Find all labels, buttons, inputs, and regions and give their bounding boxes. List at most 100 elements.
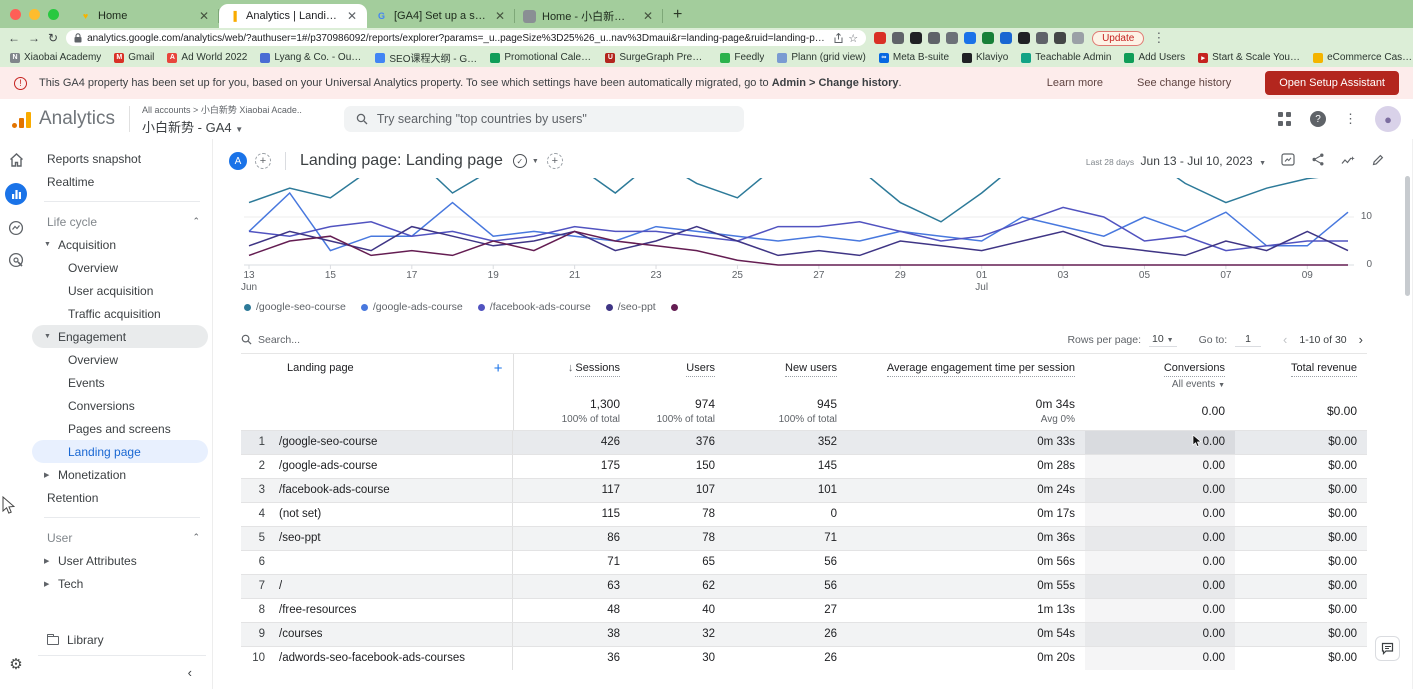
share-icon[interactable] <box>834 33 843 44</box>
caret-up-icon[interactable]: ⌃ <box>192 216 200 227</box>
feedback-button[interactable] <box>1375 636 1400 661</box>
bookmark-item[interactable]: ∞Meta B-suite <box>879 52 949 63</box>
sidebar-item-monetization[interactable]: ▶Monetization <box>32 463 212 486</box>
add-comparison-button[interactable]: + <box>255 153 271 169</box>
landing-page-line-chart[interactable]: 10 0 <box>244 178 1354 270</box>
bookmark-item[interactable]: Add Users <box>1124 52 1185 63</box>
new-tab-button[interactable]: + <box>663 6 692 28</box>
table-row[interactable]: 10/adwords-seo-facebook-ads-courses36302… <box>241 646 1367 670</box>
caret-right-icon[interactable]: ▶ <box>44 557 49 565</box>
google-apps-icon[interactable] <box>1278 112 1292 126</box>
extension-icon[interactable] <box>982 32 994 44</box>
sidebar-item-reports-snapshot[interactable]: Reports snapshot <box>32 147 212 170</box>
table-row[interactable]: 67165560m 56s0.00$0.00 <box>241 550 1367 574</box>
minimize-window-icon[interactable] <box>29 9 40 20</box>
forward-button[interactable]: → <box>28 32 40 44</box>
zoom-window-icon[interactable] <box>48 9 59 20</box>
bookmark-item[interactable]: NXiaobai Academy <box>10 52 101 63</box>
extension-icon[interactable] <box>892 32 904 44</box>
share-report-icon[interactable] <box>1310 153 1326 169</box>
sidebar-item-tech[interactable]: ▶Tech <box>32 572 212 595</box>
account-switcher[interactable]: All accounts > 小白新势 Xiaobai Acade.. 小白新势… <box>142 103 302 136</box>
add-dimension-icon[interactable]: + <box>494 362 503 375</box>
bookmark-item[interactable]: SEO课程大纲 - Go... <box>375 50 477 65</box>
sidebar-item-traffic-acquisition[interactable]: Traffic acquisition <box>32 302 212 325</box>
learn-more-link[interactable]: Learn more <box>1047 77 1103 89</box>
page-scrollbar[interactable] <box>1405 176 1410 296</box>
header-menu-icon[interactable]: ⋮ <box>1344 111 1357 127</box>
close-window-icon[interactable] <box>10 9 21 20</box>
bookmark-item[interactable]: Klaviyo <box>962 52 1008 63</box>
table-row[interactable]: 3/facebook-ads-course1171071010m 24s0.00… <box>241 478 1367 502</box>
bookmark-item[interactable]: ▸Start & Scale Your... <box>1198 52 1300 63</box>
sidebar-item-user-acquisition[interactable]: User acquisition <box>32 279 212 302</box>
sidebar-item-user[interactable]: User⌃ <box>32 526 212 549</box>
avatar[interactable]: ● <box>1375 106 1401 132</box>
table-row[interactable]: 9/courses3832260m 54s0.00$0.00 <box>241 622 1367 646</box>
close-tab-icon[interactable]: ✕ <box>641 9 655 23</box>
caret-down-icon[interactable]: ▼ <box>44 333 51 340</box>
date-range-picker[interactable]: Jun 13 - Jul 10, 2023 <box>1141 154 1253 168</box>
extension-icon[interactable] <box>1054 32 1066 44</box>
collapse-sidebar-button[interactable]: ‹ <box>38 655 206 689</box>
close-tab-icon[interactable]: ✕ <box>197 9 211 23</box>
report-status-chip[interactable]: ✓ ▼ <box>513 154 539 168</box>
sidebar-item-events[interactable]: Events <box>32 371 212 394</box>
browser-tab[interactable]: ▐Analytics | Landing page: Land✕ <box>219 4 367 28</box>
extension-icon[interactable] <box>1000 32 1012 44</box>
sidebar-item-acquisition[interactable]: ▼Acquisition <box>32 233 212 256</box>
home-icon[interactable] <box>7 151 25 169</box>
bookmark-item[interactable]: Teachable Admin <box>1021 52 1111 63</box>
browser-tab[interactable]: G[GA4] Set up a scroll conversi✕ <box>367 4 515 28</box>
extension-icon[interactable] <box>928 32 940 44</box>
column-landing-page[interactable]: Landing page <box>287 362 354 374</box>
sidebar-item-user-attributes[interactable]: ▶User Attributes <box>32 549 212 572</box>
sidebar-item-engagement[interactable]: ▼Engagement <box>32 325 208 348</box>
open-setup-assistant-button[interactable]: Open Setup Assistant <box>1265 71 1399 95</box>
bookmark-star-icon[interactable]: ☆ <box>848 32 858 45</box>
column-new-users[interactable]: New users <box>725 354 847 392</box>
column-conversions[interactable]: ConversionsAll events ▼ <box>1085 354 1235 392</box>
prev-page-icon[interactable]: ‹ <box>1279 332 1291 347</box>
extension-icon[interactable] <box>1018 32 1030 44</box>
goto-page-input[interactable]: 1 <box>1235 333 1261 347</box>
admin-gear-icon[interactable]: ⚙ <box>9 655 22 673</box>
table-row[interactable]: 7/6362560m 55s0.00$0.00 <box>241 574 1367 598</box>
bookmark-item[interactable]: USurgeGraph Premi... <box>605 52 707 63</box>
bookmark-item[interactable]: Plann (grid view) <box>777 52 865 63</box>
browser-tab[interactable]: Home - 小白新势学院✕ <box>515 4 663 28</box>
help-icon[interactable]: ? <box>1310 111 1326 127</box>
column-users[interactable]: Users <box>630 354 725 392</box>
insights-icon[interactable] <box>1340 154 1356 169</box>
table-search-input[interactable]: Search... <box>241 334 300 346</box>
column-total-revenue[interactable]: Total revenue <box>1235 354 1367 392</box>
explore-icon[interactable] <box>7 219 25 237</box>
browser-tab[interactable]: ♥Home✕ <box>71 4 219 28</box>
column-sessions[interactable]: ↓Sessions <box>513 354 630 392</box>
close-tab-icon[interactable]: ✕ <box>493 9 507 23</box>
close-tab-icon[interactable]: ✕ <box>345 9 359 23</box>
column-avg-engagement[interactable]: Average engagement time per session <box>847 354 1085 392</box>
advertising-icon[interactable] <box>7 251 25 269</box>
sidebar-item-realtime[interactable]: Realtime <box>32 170 212 193</box>
sidebar-item-landing-page[interactable]: Landing page <box>32 440 208 463</box>
sidebar-item-conversions[interactable]: Conversions <box>32 394 212 417</box>
update-button[interactable]: Update <box>1092 31 1144 46</box>
customize-report-icon[interactable] <box>1280 153 1296 169</box>
bookmark-item[interactable]: AAd World 2022 <box>167 52 247 63</box>
next-page-icon[interactable]: › <box>1355 332 1367 347</box>
extension-icon[interactable] <box>946 32 958 44</box>
caret-right-icon[interactable]: ▶ <box>44 471 49 479</box>
bookmark-item[interactable]: Lyang & Co. - Outl... <box>260 52 362 63</box>
sidebar-item-library[interactable]: Library <box>32 625 212 655</box>
analytics-logo-icon[interactable] <box>12 110 31 128</box>
table-row[interactable]: 5/seo-ppt8678710m 36s0.00$0.00 <box>241 526 1367 550</box>
sidebar-item-overview[interactable]: Overview <box>32 348 212 371</box>
see-change-history-link[interactable]: See change history <box>1137 77 1231 89</box>
address-bar[interactable]: analytics.google.com/analytics/web/?auth… <box>66 30 866 46</box>
bookmark-item[interactable]: Feedly <box>720 52 764 63</box>
browser-menu-icon[interactable]: ⋮ <box>1152 30 1165 46</box>
reload-button[interactable]: ↻ <box>48 32 58 44</box>
bookmark-item[interactable]: MGmail <box>114 52 154 63</box>
add-metric-button[interactable]: + <box>547 153 563 169</box>
